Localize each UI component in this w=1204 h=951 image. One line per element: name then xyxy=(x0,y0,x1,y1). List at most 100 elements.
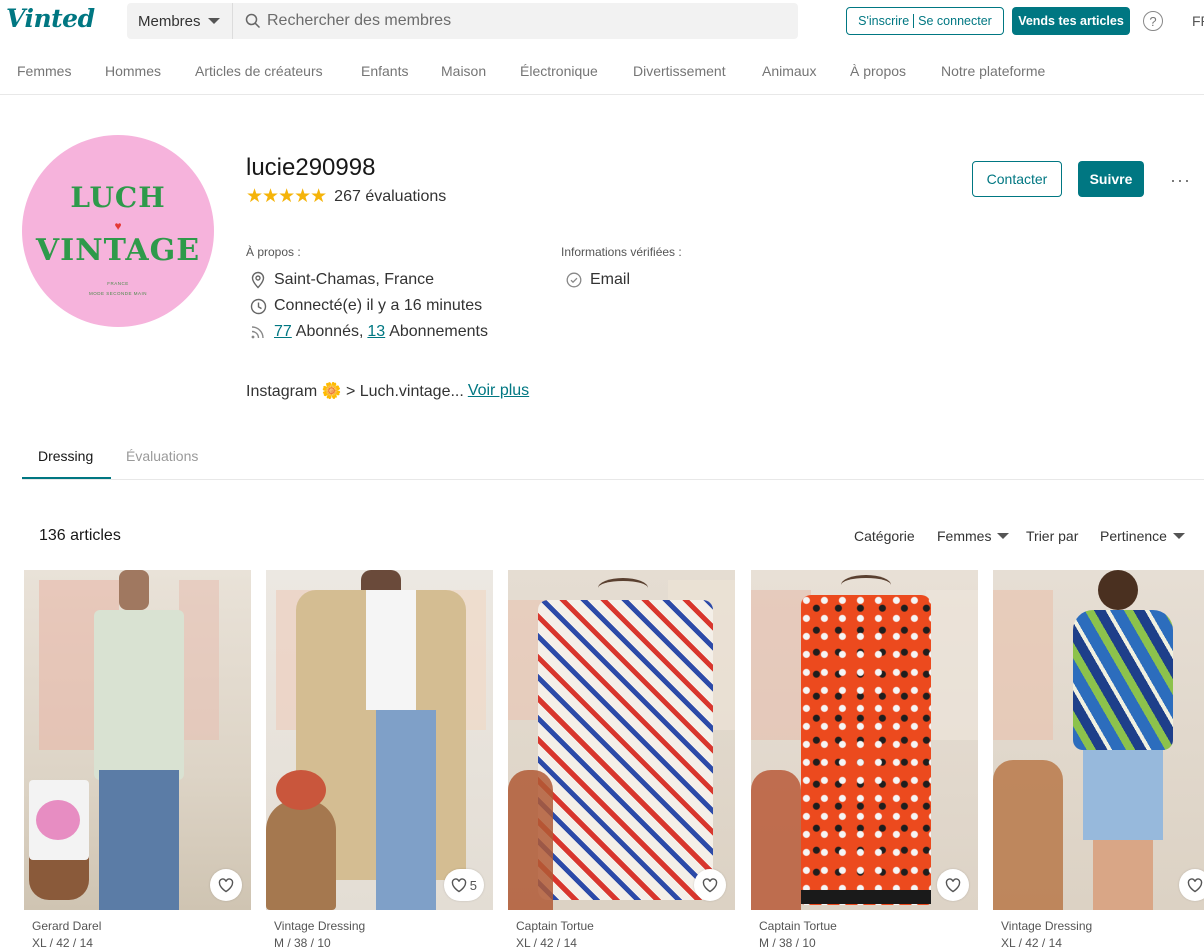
sort-value: Pertinence xyxy=(1100,528,1167,544)
header: Vinted Membres S'inscrire Se connecter V… xyxy=(0,0,1204,44)
sort-select[interactable]: Pertinence xyxy=(1100,528,1185,544)
nav-item-a-propos[interactable]: À propos xyxy=(850,63,906,79)
nav-item-plateforme[interactable]: Notre plateforme xyxy=(941,63,1045,79)
heart-icon xyxy=(451,877,466,892)
article-count: 136 articles xyxy=(39,527,121,544)
language-selector[interactable]: FR xyxy=(1192,13,1204,29)
chevron-down-icon xyxy=(207,18,220,24)
item-brand: Vintage Dressing xyxy=(1001,919,1093,933)
item-card[interactable]: 5 Vintage Dressing M / 38 / 10 xyxy=(266,570,493,950)
item-photo[interactable]: 5 xyxy=(266,570,493,910)
nav-item-enfants[interactable]: Enfants xyxy=(361,63,408,79)
verified-label: Informations vérifiées : xyxy=(561,245,682,259)
item-size: XL / 42 / 14 xyxy=(1001,936,1062,950)
category-filter-select[interactable]: Femmes xyxy=(937,528,1010,544)
item-size: M / 38 / 10 xyxy=(274,936,331,950)
item-size: XL / 42 / 14 xyxy=(516,936,577,950)
followers-row: 77 Abonnés, 13 Abonnements xyxy=(249,323,488,341)
last-seen-row: Connecté(e) il y a 16 minutes xyxy=(249,297,482,315)
search-type-select[interactable]: Membres xyxy=(127,3,233,39)
sell-button[interactable]: Vends tes articles xyxy=(1012,7,1130,35)
location-row: Saint-Chamas, France xyxy=(249,271,434,289)
favorite-button[interactable]: 5 xyxy=(443,869,484,901)
search-bar: Membres xyxy=(127,3,798,39)
see-more-link[interactable]: Voir plus xyxy=(468,382,529,400)
profile-tabs: Dressing Évaluations xyxy=(22,440,1204,480)
nav-item-animaux[interactable]: Animaux xyxy=(762,63,816,79)
check-circle-icon xyxy=(565,271,583,289)
login-link[interactable]: Se connecter xyxy=(918,14,992,28)
favorite-button[interactable] xyxy=(937,869,969,901)
item-photo[interactable] xyxy=(24,570,251,910)
bio-text: Instagram 🌼 > Luch.vintage... xyxy=(246,383,464,400)
nav-item-createurs[interactable]: Articles de créateurs xyxy=(195,63,323,79)
active-tab-indicator xyxy=(22,477,111,479)
favorite-count: 5 xyxy=(469,877,477,893)
follow-button[interactable]: Suivre xyxy=(1078,161,1144,197)
contact-button[interactable]: Contacter xyxy=(972,161,1062,197)
item-brand: Captain Tortue xyxy=(516,919,594,933)
item-size: M / 38 / 10 xyxy=(759,936,816,950)
item-card[interactable]: Captain Tortue M / 38 / 10 xyxy=(751,570,978,950)
favorite-button[interactable] xyxy=(694,869,726,901)
location-pin-icon xyxy=(249,271,267,289)
item-brand: Vintage Dressing xyxy=(274,919,366,933)
avatar-logo-line2: VINTAGE xyxy=(35,233,201,268)
nav-item-femmes[interactable]: Femmes xyxy=(17,63,71,79)
last-seen-text: Connecté(e) il y a 16 minutes xyxy=(274,297,483,314)
category-nav: Femmes Hommes Articles de créateurs Enfa… xyxy=(0,48,1204,95)
nav-item-divertissement[interactable]: Divertissement xyxy=(633,63,726,79)
followers-label: Abonnés, xyxy=(295,323,364,340)
chevron-down-icon xyxy=(1172,533,1185,539)
profile-rating[interactable]: ★★★★★ 267 évaluations xyxy=(246,185,446,208)
more-options-icon[interactable]: ··· xyxy=(1170,170,1191,191)
followers-link[interactable]: 77 xyxy=(274,323,292,341)
verified-email-row: Email xyxy=(565,271,630,289)
clock-icon xyxy=(249,297,267,315)
heart-icon xyxy=(702,877,718,892)
category-filter-label: Catégorie xyxy=(854,528,915,544)
signup-login-button[interactable]: S'inscrire Se connecter xyxy=(846,7,1004,35)
search-type-label: Membres xyxy=(138,12,201,30)
favorite-button[interactable] xyxy=(1179,869,1204,901)
item-photo[interactable] xyxy=(508,570,735,910)
sort-label: Trier par xyxy=(1026,528,1079,544)
item-brand: Captain Tortue xyxy=(759,919,837,933)
avatar: LUCH ♥ VINTAGE FRANCE MODE SECONDE MAIN xyxy=(22,135,214,327)
item-size: XL / 42 / 14 xyxy=(32,936,93,950)
star-rating-icon: ★★★★★ xyxy=(246,186,327,207)
vinted-logo[interactable]: Vinted xyxy=(6,4,95,33)
tab-evaluations[interactable]: Évaluations xyxy=(126,448,198,464)
nav-item-electronique[interactable]: Électronique xyxy=(520,63,598,79)
search-input-wrapper xyxy=(234,3,798,39)
nav-item-hommes[interactable]: Hommes xyxy=(105,63,161,79)
heart-icon: ♥ xyxy=(114,219,122,233)
avatar-logo-line1: LUCH xyxy=(70,181,166,214)
category-filter-value: Femmes xyxy=(937,528,992,544)
nav-item-maison[interactable]: Maison xyxy=(441,63,486,79)
heart-icon xyxy=(218,877,234,892)
heart-icon xyxy=(945,877,961,892)
avatar-logo-small2: MODE SECONDE MAIN xyxy=(88,291,147,296)
profile-bio: Instagram 🌼 > Luch.vintage... Voir plus xyxy=(246,381,529,401)
item-card[interactable]: Gerard Darel XL / 42 / 14 xyxy=(24,570,251,950)
item-card[interactable]: Captain Tortue XL / 42 / 14 xyxy=(508,570,735,950)
item-photo[interactable] xyxy=(993,570,1204,910)
divider xyxy=(913,14,915,28)
tab-dressing[interactable]: Dressing xyxy=(38,448,93,464)
item-card[interactable]: Vintage Dressing XL / 42 / 14 xyxy=(993,570,1204,950)
following-link[interactable]: 13 xyxy=(367,323,385,341)
location-text: Saint-Chamas, France xyxy=(274,271,435,288)
search-input[interactable] xyxy=(267,12,787,30)
item-photo[interactable] xyxy=(751,570,978,910)
chevron-down-icon xyxy=(997,533,1010,539)
heart-icon xyxy=(1187,877,1203,892)
signup-link[interactable]: S'inscrire xyxy=(858,14,909,28)
item-brand: Gerard Darel xyxy=(32,919,102,933)
about-label: À propos : xyxy=(246,245,301,259)
search-icon xyxy=(245,13,261,29)
following-label: Abonnements xyxy=(389,323,488,340)
help-icon[interactable]: ? xyxy=(1143,11,1163,31)
review-count: 267 évaluations xyxy=(334,187,447,205)
favorite-button[interactable] xyxy=(210,869,242,901)
